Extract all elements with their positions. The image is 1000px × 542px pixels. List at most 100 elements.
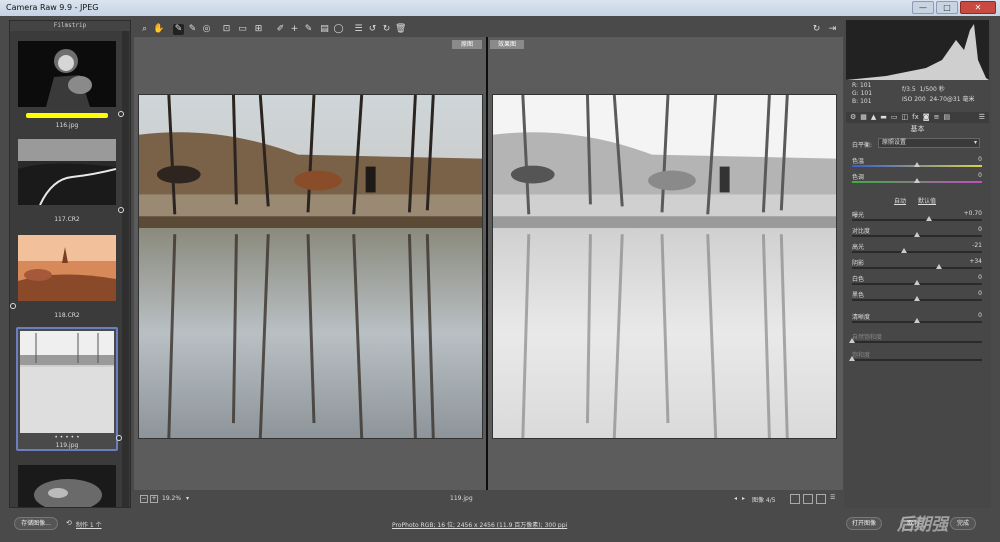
- color-sampler-icon[interactable]: ✎: [187, 24, 198, 35]
- slider-thumb[interactable]: [914, 232, 920, 237]
- red-eye-icon[interactable]: +: [289, 24, 300, 35]
- spot-removal-icon[interactable]: ✐: [275, 24, 286, 35]
- rating-stars[interactable]: • • • • •: [18, 434, 116, 441]
- slider-value[interactable]: 0: [978, 156, 982, 163]
- slider-track[interactable]: [852, 359, 982, 361]
- straighten-icon[interactable]: ▭: [237, 24, 248, 35]
- save-image-button[interactable]: 存储图像...: [14, 517, 58, 530]
- slider-row[interactable]: 白色 0: [852, 274, 982, 288]
- copy-count[interactable]: 制作 1 个: [76, 520, 102, 529]
- basic-tab-icon[interactable]: ⚙: [850, 112, 856, 123]
- transform-icon[interactable]: ⊞: [253, 24, 264, 35]
- rotate-left-icon[interactable]: ↺: [367, 24, 378, 35]
- slider-thumb[interactable]: [914, 162, 920, 167]
- slider-row[interactable]: 曝光 +0.70: [852, 210, 982, 224]
- minimize-button[interactable]: —: [912, 1, 934, 14]
- slider-thumb[interactable]: [914, 296, 920, 301]
- filmstrip-scrollbar[interactable]: [122, 31, 129, 507]
- slider-thumb[interactable]: [849, 356, 855, 361]
- slider-row[interactable]: 自然饱和度: [849, 332, 982, 346]
- slider-row[interactable]: 高光 -21: [852, 242, 982, 256]
- filmstrip-item[interactable]: 118.CR2: [10, 233, 118, 319]
- zoom-icon[interactable]: ⌕: [139, 24, 150, 35]
- slider-row[interactable]: 饱和度: [849, 350, 982, 364]
- filmstrip-item[interactable]: [16, 463, 118, 507]
- swap-view-icon[interactable]: [803, 494, 813, 504]
- preview-canvas[interactable]: 原图 效果图: [134, 37, 843, 490]
- slider-value[interactable]: -21: [972, 242, 982, 249]
- slider-row[interactable]: 黑色 0: [852, 290, 982, 304]
- default-link[interactable]: 默认值: [918, 196, 936, 205]
- detail-tab-icon[interactable]: ▲: [871, 112, 876, 123]
- slider-track[interactable]: [852, 251, 982, 253]
- slider-value[interactable]: +0.70: [964, 210, 982, 217]
- snapshots-tab-icon[interactable]: ▤: [943, 112, 950, 123]
- before-photo[interactable]: [138, 94, 483, 439]
- zoom-out-button[interactable]: −: [140, 495, 148, 503]
- filmstrip-item[interactable]: 116.jpg: [16, 39, 124, 129]
- slider-thumb[interactable]: [925, 216, 932, 221]
- close-button[interactable]: ✕: [960, 1, 996, 14]
- zoom-dropdown-icon[interactable]: ▾: [186, 495, 189, 502]
- lens-tab-icon[interactable]: ◫: [902, 112, 909, 123]
- slider-row[interactable]: 对比度 0: [852, 226, 982, 240]
- slider-value[interactable]: +34: [969, 258, 982, 265]
- thumbnail-120[interactable]: [18, 465, 116, 508]
- adjustment-brush-icon[interactable]: ✎: [303, 24, 314, 35]
- slider-thumb[interactable]: [914, 178, 920, 183]
- slider-row[interactable]: 色温 0: [852, 156, 982, 170]
- white-balance-icon[interactable]: ✎: [173, 24, 184, 35]
- slider-value[interactable]: 0: [978, 172, 982, 179]
- open-image-button[interactable]: 打开图像: [846, 517, 882, 530]
- done-button[interactable]: 完成: [950, 517, 976, 530]
- slider-thumb[interactable]: [914, 318, 920, 323]
- next-image-icon[interactable]: ▸: [742, 495, 745, 502]
- white-balance-select[interactable]: 原照设置 ▾: [878, 138, 980, 148]
- thumbnail-116[interactable]: [18, 41, 116, 107]
- panel-menu-icon[interactable]: ☰: [979, 113, 985, 121]
- zoom-in-button[interactable]: +: [150, 495, 158, 503]
- slider-thumb[interactable]: [936, 264, 943, 269]
- filmstrip-item[interactable]: 117.CR2: [16, 137, 124, 223]
- fullscreen-icon[interactable]: ⇥: [827, 24, 838, 35]
- camera-calibration-tab-icon[interactable]: ◙: [923, 112, 930, 123]
- after-photo[interactable]: [492, 94, 837, 439]
- crop-icon[interactable]: ⊡: [221, 24, 232, 35]
- hsl-tab-icon[interactable]: ▬: [880, 112, 887, 123]
- slider-row[interactable]: 色调 0: [852, 172, 982, 186]
- cycle-views-icon[interactable]: ↻: [811, 24, 822, 35]
- auto-link[interactable]: 自动: [894, 196, 906, 205]
- trash-icon[interactable]: 🗑: [395, 24, 406, 35]
- zoom-level[interactable]: 19.2%: [162, 495, 181, 502]
- view-mode-icon[interactable]: [790, 494, 800, 504]
- slider-row[interactable]: 阴影 +34: [852, 258, 982, 272]
- slider-value[interactable]: 0: [978, 274, 982, 281]
- graduated-filter-icon[interactable]: ▤: [319, 24, 330, 35]
- prev-image-icon[interactable]: ◂: [734, 495, 737, 502]
- targeted-adjustment-icon[interactable]: ◎: [201, 24, 212, 35]
- slider-row[interactable]: 清晰度 0: [852, 312, 982, 326]
- thumbnail-119[interactable]: [20, 331, 114, 433]
- workflow-options-link[interactable]: ProPhoto RGB; 16 位; 2456 x 2456 (11.9 百万…: [392, 520, 567, 529]
- tone-curve-tab-icon[interactable]: ▦: [860, 112, 867, 123]
- presets-tab-icon[interactable]: ≡: [934, 112, 940, 123]
- slider-value[interactable]: 0: [978, 290, 982, 297]
- radial-filter-icon[interactable]: ◯: [333, 24, 344, 35]
- filmstrip-item-selected[interactable]: • • • • • 119.jpg: [16, 327, 122, 451]
- slider-value[interactable]: 0: [978, 226, 982, 233]
- slider-thumb[interactable]: [849, 338, 855, 343]
- toggle-settings-icon[interactable]: ☰: [830, 494, 835, 501]
- preferences-icon[interactable]: ☰: [353, 24, 364, 35]
- split-toning-tab-icon[interactable]: ▭: [891, 112, 898, 123]
- slider-track[interactable]: [852, 341, 982, 343]
- effects-tab-icon[interactable]: fx: [912, 112, 919, 123]
- slider-thumb[interactable]: [901, 248, 907, 253]
- slider-thumb[interactable]: [914, 280, 920, 285]
- thumbnail-118[interactable]: [18, 235, 116, 301]
- slider-track[interactable]: [852, 219, 982, 221]
- maximize-button[interactable]: □: [936, 1, 958, 14]
- rotate-right-icon[interactable]: ↻: [381, 24, 392, 35]
- hand-icon[interactable]: ✋: [153, 24, 164, 35]
- thumbnail-117[interactable]: [18, 139, 116, 205]
- copy-settings-icon[interactable]: [816, 494, 826, 504]
